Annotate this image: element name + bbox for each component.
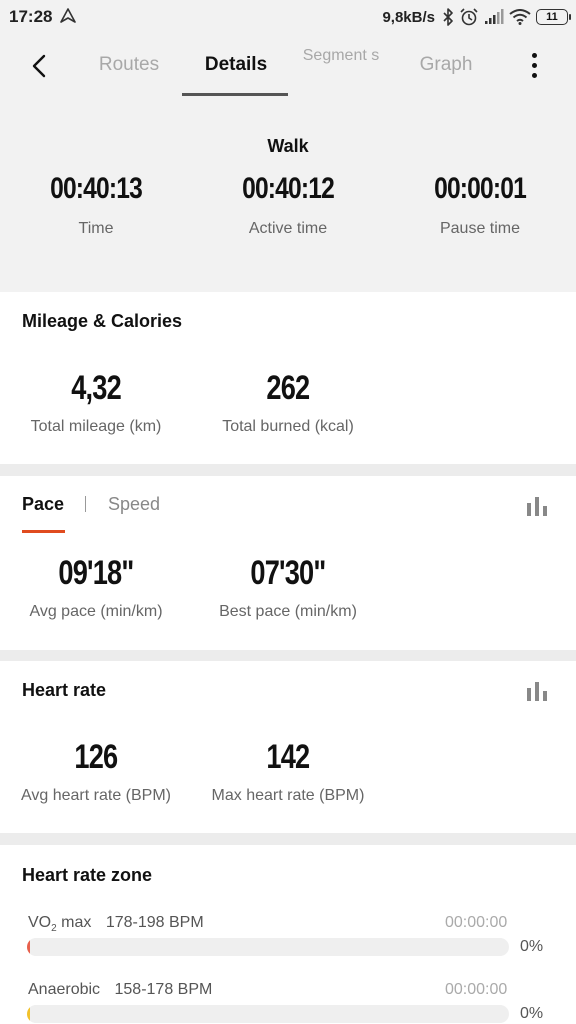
signal-icon: [485, 9, 504, 24]
total-mileage: 4,32 Total mileage (km): [0, 368, 192, 436]
active-time-value: 00:40:12: [242, 172, 335, 205]
zone-time: 00:00:00: [445, 914, 508, 931]
time-label: Time: [78, 220, 114, 237]
status-bar: 17:28 9,8kB/s 11: [0, 0, 576, 34]
battery-level: 11: [546, 11, 558, 23]
alarm-icon: [460, 8, 478, 26]
navigation-icon: [60, 8, 76, 23]
zone-row: VO2 max 178-198 BPM 00:00:00 0%: [0, 914, 576, 974]
zone-time: 00:00:00: [445, 981, 508, 998]
zone-progress-fill: [27, 938, 30, 956]
tab-routes[interactable]: Routes: [94, 54, 164, 76]
wifi-icon: [509, 9, 531, 25]
stat-pause-time: 00:00:01 Pause time: [384, 172, 576, 238]
tab-graph[interactable]: Graph: [410, 54, 482, 76]
zone-name: VO2 max 178-198 BPM: [28, 914, 204, 935]
tab-segments[interactable]: Segment s: [300, 46, 382, 66]
bluetooth-icon: [443, 8, 453, 26]
status-time: 17:28: [9, 7, 53, 26]
active-tab-indicator: [182, 93, 288, 96]
total-mileage-label: Total mileage (km): [30, 418, 162, 435]
mileage-card: Mileage & Calories 4,32 Total mileage (k…: [0, 292, 576, 464]
tab-details[interactable]: Details: [190, 54, 282, 76]
max-heart-rate-label: Max heart rate (BPM): [211, 787, 365, 804]
zone-row: Anaerobic 158-178 BPM 00:00:00 0%: [0, 981, 576, 1024]
active-time-label: Active time: [248, 220, 328, 237]
activity-type: Walk: [267, 136, 309, 156]
back-arrow-icon[interactable]: [24, 51, 54, 81]
total-burned-label: Total burned (kcal): [222, 418, 354, 435]
avg-pace-label: Avg pace (min/km): [29, 603, 163, 620]
stat-time: 00:40:13 Time: [0, 172, 192, 238]
pace-card: Pace Speed 09'18" Avg pace (min/km) 07'3…: [0, 476, 576, 650]
zone-name: Anaerobic 158-178 BPM: [28, 981, 213, 998]
bar-chart-icon[interactable]: [526, 681, 550, 701]
pause-time-label: Pause time: [439, 220, 521, 237]
avg-pace: 09'18" Avg pace (min/km): [0, 553, 192, 621]
zone-percent: 0%: [520, 938, 544, 955]
avg-heart-rate: 126 Avg heart rate (BPM): [0, 737, 192, 805]
best-pace-label: Best pace (min/km): [219, 603, 357, 620]
battery-icon: 11: [536, 9, 571, 25]
max-heart-rate: 142 Max heart rate (BPM): [192, 737, 384, 805]
zone-range: 158-178 BPM: [114, 981, 213, 998]
mileage-title: Mileage & Calories: [22, 311, 183, 331]
total-mileage-value: 4,32: [71, 369, 122, 407]
zone-progress-bar: [27, 1005, 509, 1023]
pause-time-value: 00:00:01: [434, 172, 527, 205]
zone-progress-fill: [27, 1005, 30, 1023]
more-options-icon[interactable]: [522, 50, 546, 82]
best-pace-value: 07'30": [250, 554, 326, 592]
bar-chart-icon[interactable]: [526, 496, 550, 516]
pace-tab-indicator: [22, 530, 65, 533]
header: Routes Details Segment s Graph Walk 00:4…: [0, 34, 576, 292]
avg-heart-rate-value: 126: [74, 738, 118, 776]
time-value: 00:40:13: [50, 172, 143, 205]
toggle-divider: [85, 496, 86, 512]
heart-rate-card: Heart rate 126 Avg heart rate (BPM) 142 …: [0, 661, 576, 833]
total-burned-value: 262: [266, 369, 310, 407]
avg-pace-value: 09'18": [58, 554, 134, 592]
heart-rate-title: Heart rate: [22, 680, 107, 700]
zone-percent: 0%: [520, 1005, 544, 1022]
total-burned: 262 Total burned (kcal): [192, 368, 384, 436]
zone-range: 178-198 BPM: [105, 914, 204, 931]
heart-rate-zone-card: Heart rate zone VO2 max 178-198 BPM 00:0…: [0, 845, 576, 1024]
toggle-speed[interactable]: Speed: [108, 494, 160, 515]
heart-rate-zone-title: Heart rate zone: [22, 865, 153, 885]
network-speed: 9,8kB/s: [382, 8, 435, 26]
best-pace: 07'30" Best pace (min/km): [192, 553, 384, 621]
avg-heart-rate-label: Avg heart rate (BPM): [21, 787, 171, 804]
status-icons: 9,8kB/s 11: [382, 5, 571, 29]
max-heart-rate-value: 142: [266, 738, 310, 776]
zone-progress-bar: [27, 938, 509, 956]
toggle-pace[interactable]: Pace: [22, 494, 64, 515]
stat-active-time: 00:40:12 Active time: [192, 172, 384, 238]
